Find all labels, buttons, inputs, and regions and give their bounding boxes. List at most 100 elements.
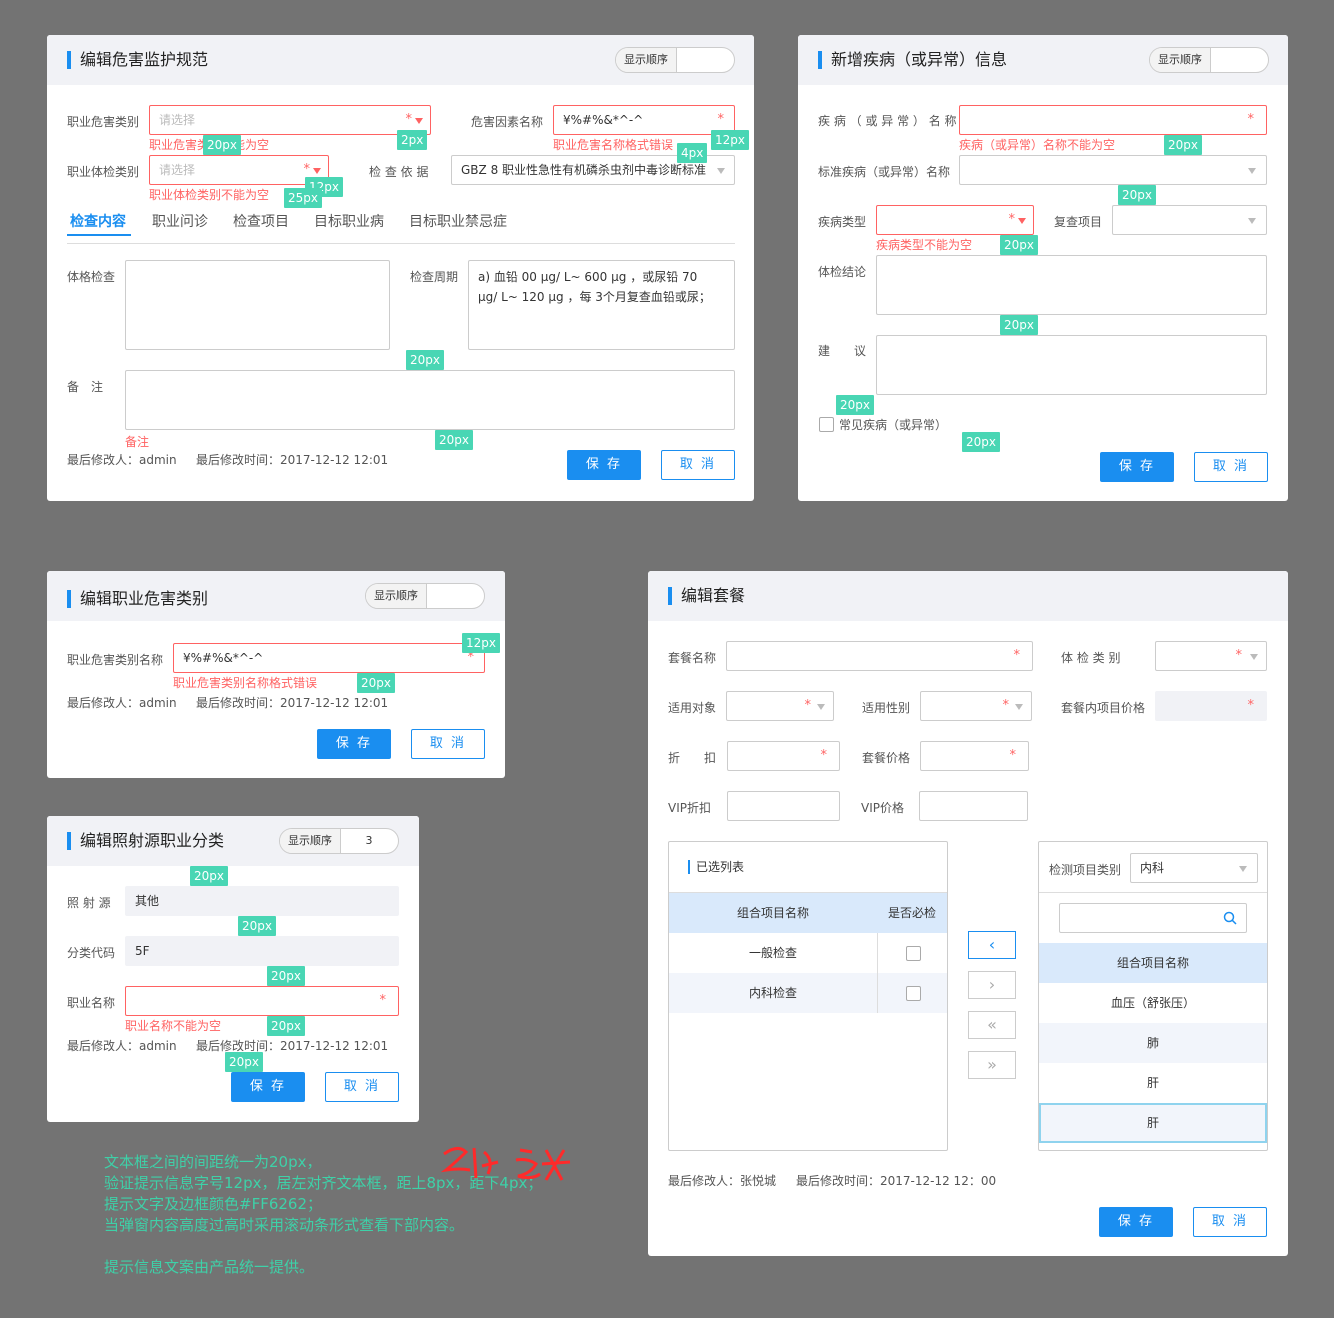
display-order-input[interactable] (1210, 48, 1268, 72)
cancel-button[interactable]: 取 消 (1193, 1207, 1267, 1237)
tab-exam-content[interactable]: 检查内容 (70, 211, 126, 231)
spacing-tag: 20px (1118, 185, 1156, 205)
common-disease-checkbox[interactable] (819, 417, 834, 432)
package-price-input[interactable]: * (920, 741, 1029, 771)
list-item[interactable]: 肺 (1039, 1023, 1267, 1063)
disease-type-error: 疾病类型不能为空 (876, 238, 973, 252)
conclusion-label: 体检结论 (818, 265, 867, 279)
vip-discount-input[interactable] (727, 791, 840, 821)
save-button[interactable]: 保 存 (1100, 452, 1174, 482)
table-row[interactable]: 一般检查 (669, 933, 947, 973)
vip-price-input[interactable] (919, 791, 1028, 821)
edit-package-dialog: 编辑套餐 套餐名称 * 体 检 类 别 * 适用对象 * 适用性别 * 套餐内项… (648, 571, 1288, 1256)
chevron-down-icon (1239, 866, 1247, 872)
recheck-label: 复查项目 (1054, 215, 1103, 229)
recheck-select[interactable] (1112, 205, 1267, 235)
job-name-error: 职业名称不能为空 (125, 1019, 222, 1033)
spec-note-line5: 提示信息文案由产品统一提供。 (104, 1258, 315, 1276)
display-order-field[interactable]: 显示顺序 3 (279, 828, 399, 854)
last-modifier: 最后修改人：admin (67, 453, 177, 467)
list-item[interactable]: 肝 (1039, 1063, 1267, 1103)
exam-category-placeholder: 请选择 (159, 163, 196, 177)
move-right-button[interactable]: › (968, 971, 1016, 999)
search-icon[interactable] (1223, 911, 1237, 925)
search-input[interactable] (1059, 903, 1247, 933)
category-name-label: 职业危害类别名称 (67, 653, 164, 667)
save-button[interactable]: 保 存 (231, 1072, 305, 1102)
required-star: * (1235, 648, 1243, 663)
tab-target-contraindication[interactable]: 目标职业禁忌症 (409, 211, 507, 231)
factor-name-error: 职业危害名称格式错误 (553, 138, 674, 152)
tab-active-underline (67, 234, 131, 236)
dialog-title: 新增疾病（或异常）信息 (818, 51, 1007, 69)
cancel-button[interactable]: 取 消 (325, 1072, 399, 1102)
chevron-down-icon (415, 118, 423, 124)
cancel-button[interactable]: 取 消 (411, 729, 485, 759)
display-order-input[interactable] (676, 48, 734, 72)
list-item-selected[interactable]: 肝 (1039, 1103, 1267, 1143)
display-order-field[interactable]: 显示顺序 (1149, 47, 1269, 73)
package-name-input[interactable]: * (726, 641, 1033, 671)
col-name-header: 组合项目名称 (736, 906, 809, 920)
period-textarea[interactable]: a) 血铅 00 μg/ L~ 600 μg ，或尿铅 70 μg/ L~ 12… (468, 260, 735, 350)
move-all-right-button[interactable]: » (968, 1051, 1016, 1079)
edit-hazard-spec-dialog: 编辑危害监护规范 显示顺序 职业危害类别 请选择 * 职业危害类别不能为空 危害… (47, 35, 754, 501)
advice-label: 建 议 (818, 344, 867, 358)
selected-list-title-text: 已选列表 (696, 860, 745, 874)
spacing-tag: 20px (435, 430, 473, 450)
target-select[interactable]: * (726, 691, 834, 721)
exam-category-select[interactable]: 请选择 * (149, 155, 329, 185)
tab-exam-items[interactable]: 检查项目 (233, 211, 289, 231)
discount-input[interactable]: * (727, 741, 840, 771)
cancel-button[interactable]: 取 消 (661, 450, 735, 480)
last-modifier: 最后修改人：admin (67, 696, 177, 710)
source-field[interactable]: 其他 (125, 886, 399, 916)
list-item[interactable]: 血压（舒张压） (1039, 983, 1267, 1023)
factor-name-input[interactable]: ¥%#%&*^-^ * (553, 105, 735, 135)
factor-name-value: ¥%#%&*^-^ (563, 113, 644, 127)
display-order-input[interactable] (426, 584, 484, 608)
required-star: * (405, 112, 413, 127)
physical-exam-textarea[interactable] (125, 260, 390, 350)
required-checkbox[interactable] (906, 946, 921, 961)
required-star: * (820, 748, 828, 763)
conclusion-textarea[interactable] (876, 255, 1267, 315)
period-value: a) 血铅 00 μg/ L~ 600 μg ，或尿铅 70 μg/ L~ 12… (478, 270, 711, 304)
disease-type-select[interactable]: * (876, 205, 1034, 235)
standard-name-select[interactable] (959, 155, 1267, 185)
remark-textarea[interactable] (125, 370, 735, 430)
dialog-header: 编辑照射源职业分类 显示顺序 3 (47, 816, 419, 866)
save-button[interactable]: 保 存 (567, 450, 641, 480)
gender-select[interactable]: * (920, 691, 1032, 721)
move-all-left-button[interactable]: « (968, 1011, 1016, 1039)
disease-name-input[interactable]: * (959, 105, 1267, 135)
display-order-field[interactable]: 显示顺序 (615, 47, 735, 73)
code-field[interactable]: 5F (125, 936, 399, 966)
inner-price-field[interactable]: * (1155, 691, 1267, 721)
required-checkbox[interactable] (906, 986, 921, 1001)
hazard-category-select[interactable]: 请选择 * (149, 105, 431, 135)
required-star: * (1002, 698, 1010, 713)
display-order-field[interactable]: 显示顺序 (365, 583, 485, 609)
tab-occupational-inquiry[interactable]: 职业问诊 (152, 211, 208, 231)
display-order-input[interactable]: 3 (340, 829, 398, 853)
category-select[interactable]: 内科 (1130, 853, 1258, 883)
move-left-button[interactable]: ‹ (968, 931, 1016, 959)
required-star: * (1013, 648, 1021, 663)
spacing-tag: 20px (225, 1052, 263, 1072)
save-button[interactable]: 保 存 (317, 729, 391, 759)
table-row[interactable]: 内科检查 (669, 973, 947, 1013)
spacing-tag: 12px (711, 130, 749, 150)
save-button[interactable]: 保 存 (1099, 1207, 1173, 1237)
advice-textarea[interactable] (876, 335, 1267, 395)
code-label: 分类代码 (67, 946, 116, 960)
job-name-input[interactable]: * (125, 986, 399, 1016)
tab-target-disease[interactable]: 目标职业病 (314, 211, 384, 231)
cancel-button[interactable]: 取 消 (1194, 452, 1268, 482)
spacing-tag: 20px (357, 673, 395, 693)
category-name-input[interactable]: ¥%#%&*^-^ * (173, 643, 485, 673)
exam-type-select[interactable]: * (1155, 641, 1267, 671)
right-list-divider (1039, 892, 1267, 893)
exam-category-error: 职业体检类别不能为空 (149, 188, 270, 202)
dialog-title: 编辑照射源职业分类 (67, 832, 224, 850)
